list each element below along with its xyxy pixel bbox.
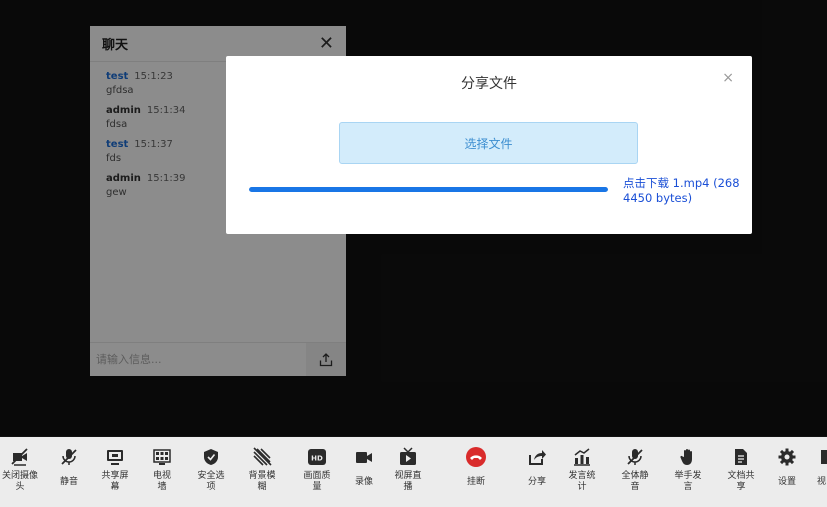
toolbar-share-screen[interactable]: 共享屏幕 (98, 446, 132, 493)
settings-icon (776, 446, 798, 468)
dialog-title: 分享文件 (461, 76, 517, 92)
grid-icon (151, 446, 173, 468)
upload-progress-bar (249, 187, 608, 192)
toolbar-camera-off[interactable]: 关闭摄像头 (0, 446, 40, 493)
meeting-toolbar: 关闭摄像头 静音 共享屏幕 电视墙 安全选项 背景模糊 HD 画面质量 录像 视… (0, 437, 827, 507)
toolbar-label: 视 (817, 477, 827, 487)
toolbar-label: 画面质量 (303, 471, 331, 492)
toolbar-record[interactable]: 录像 (347, 446, 381, 488)
toolbar-raise-hand[interactable]: 举手发言 (671, 446, 705, 493)
toolbar-quality[interactable]: HD 画面质量 (300, 446, 334, 493)
share-file-dialog: 分享文件 × 选择文件 点击下载 1.mp4 (2684450 bytes) (226, 56, 752, 234)
choose-file-button[interactable]: 选择文件 (339, 122, 638, 164)
toolbar-speech-stats[interactable]: 发言统计 (565, 446, 599, 493)
toolbar-label: 安全选项 (197, 471, 225, 492)
toolbar-label: 文档共享 (727, 471, 755, 492)
toolbar-label: 共享屏幕 (101, 471, 129, 492)
toolbar-label: 静音 (59, 477, 78, 487)
document-icon (730, 446, 752, 468)
stripes-icon (251, 446, 273, 468)
mic-off-icon (58, 446, 80, 468)
toolbar-label: 背景模糊 (248, 471, 276, 492)
hd-icon: HD (306, 446, 328, 468)
toolbar-label: 挂断 (466, 477, 485, 487)
toolbar-settings[interactable]: 设置 (770, 446, 804, 488)
toolbar-tv-wall[interactable]: 电视墙 (145, 446, 179, 493)
toolbar-label: 关闭摄像头 (1, 471, 38, 492)
stats-icon (571, 446, 593, 468)
dialog-close-icon[interactable]: × (722, 70, 734, 86)
upload-progress-fill (249, 187, 608, 192)
toolbar-label: 分享 (527, 477, 546, 487)
toolbar-more[interactable]: 视 (814, 446, 827, 488)
toolbar-background-blur[interactable]: 背景模糊 (245, 446, 279, 493)
raise-hand-icon (677, 446, 699, 468)
toolbar-label: 举手发言 (674, 471, 702, 492)
toolbar-label: 设置 (777, 477, 796, 487)
toolbar-hangup[interactable]: 挂断 (459, 446, 493, 488)
toolbar-label: 录像 (354, 477, 373, 487)
toolbar-label: 视屏直播 (394, 471, 422, 492)
toolbar-label: 电视墙 (152, 471, 171, 492)
share-icon (526, 446, 548, 468)
monitor-icon (104, 446, 126, 468)
video-record-icon (353, 446, 375, 468)
toolbar-label: 发言统计 (568, 471, 596, 492)
shield-icon (200, 446, 222, 468)
live-tv-icon (397, 446, 419, 468)
camera-off-icon (9, 446, 31, 468)
toolbar-share[interactable]: 分享 (520, 446, 554, 488)
download-link[interactable]: 点击下载 1.mp4 (2684450 bytes) (623, 176, 743, 206)
hangup-icon (465, 446, 487, 468)
toolbar-doc-share[interactable]: 文档共享 (724, 446, 758, 493)
toolbar-label: 全体静音 (621, 471, 649, 492)
mute-all-icon (624, 446, 646, 468)
toolbar-mute[interactable]: 静音 (52, 446, 86, 488)
more-icon (814, 446, 827, 468)
svg-text:HD: HD (311, 455, 323, 463)
toolbar-live[interactable]: 视屏直播 (391, 446, 425, 493)
toolbar-security[interactable]: 安全选项 (194, 446, 228, 493)
toolbar-mute-all[interactable]: 全体静音 (618, 446, 652, 493)
